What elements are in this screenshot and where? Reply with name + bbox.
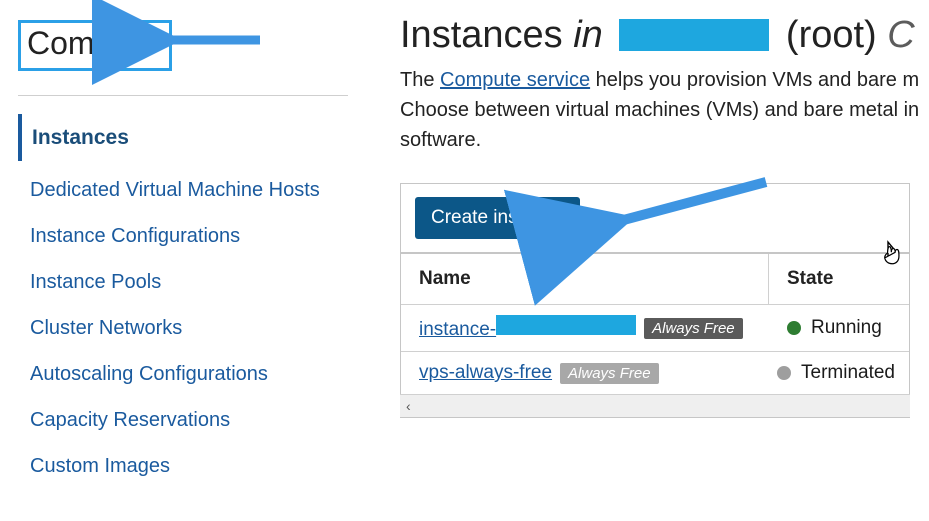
table-header-row: Name State xyxy=(401,252,909,304)
section-title-box: Compute xyxy=(18,20,172,71)
sidebar-item-custom-images[interactable]: Custom Images xyxy=(18,443,342,489)
always-free-badge: Always Free xyxy=(560,363,659,384)
cell-state: Running xyxy=(769,307,909,349)
desc-text: Choose between virtual machines (VMs) an… xyxy=(400,99,919,121)
section-title: Compute xyxy=(27,25,157,61)
state-text: Terminated xyxy=(801,362,895,384)
table-row: vps-always-free Always Free Terminated xyxy=(401,351,909,394)
panel-toolbar: Create instance xyxy=(401,184,909,252)
always-free-badge: Always Free xyxy=(644,318,743,339)
desc-text: helps you provision VMs and bare m xyxy=(590,69,919,91)
sidebar-item-label: Autoscaling Configurations xyxy=(30,363,268,385)
sidebar-item-label: Instances xyxy=(32,126,129,149)
state-text: Running xyxy=(811,317,882,339)
horizontal-scrollbar[interactable]: ‹ xyxy=(400,394,910,418)
compute-service-link[interactable]: Compute service xyxy=(440,69,590,91)
instances-panel: Create instance Name State instance- Alw… xyxy=(400,183,910,394)
col-header-state[interactable]: State xyxy=(769,254,909,304)
heading-in: in xyxy=(573,14,603,56)
cell-name: instance- Always Free xyxy=(401,305,769,351)
sidebar-item-capacity-reservations[interactable]: Capacity Reservations xyxy=(18,397,342,443)
sidebar-item-instance-pools[interactable]: Instance Pools xyxy=(18,259,342,305)
desc-text: The xyxy=(400,69,440,91)
page-heading: Instances in (root) C xyxy=(400,14,929,57)
cell-name: vps-always-free Always Free xyxy=(401,352,759,394)
sidebar-nav: Instances Dedicated Virtual Machine Host… xyxy=(18,114,342,489)
sidebar-item-label: Cluster Networks xyxy=(30,317,182,339)
heading-prefix: Instances xyxy=(400,14,573,56)
create-instance-button[interactable]: Create instance xyxy=(415,197,580,239)
sidebar-item-cluster-networks[interactable]: Cluster Networks xyxy=(18,305,342,351)
heading-root: (root) xyxy=(786,14,887,56)
redacted-compartment xyxy=(619,19,769,51)
status-dot-icon xyxy=(777,366,791,380)
sidebar-item-label: Dedicated Virtual Machine Hosts xyxy=(30,179,320,201)
cell-state: Terminated xyxy=(759,352,909,394)
sidebar-item-label: Instance Configurations xyxy=(30,225,240,247)
chevron-left-icon: ‹ xyxy=(406,398,411,414)
sidebar-item-instances[interactable]: Instances xyxy=(18,114,342,161)
sidebar-item-autoscaling[interactable]: Autoscaling Configurations xyxy=(18,351,342,397)
instance-link[interactable]: instance- xyxy=(419,315,636,341)
status-dot-icon xyxy=(787,321,801,335)
sidebar: Compute Instances Dedicated Virtual Mach… xyxy=(0,0,360,521)
desc-text: software. xyxy=(400,129,481,151)
instance-link[interactable]: vps-always-free xyxy=(419,362,552,384)
redacted-name xyxy=(496,315,636,335)
sidebar-item-instance-configs[interactable]: Instance Configurations xyxy=(18,213,342,259)
col-header-name[interactable]: Name xyxy=(401,254,769,304)
heading-trail: C xyxy=(887,14,914,56)
instance-name-text: instance- xyxy=(419,319,496,340)
sidebar-item-dedicated-hosts[interactable]: Dedicated Virtual Machine Hosts xyxy=(18,167,342,213)
sidebar-item-label: Capacity Reservations xyxy=(30,409,230,431)
sidebar-item-label: Instance Pools xyxy=(30,271,161,293)
divider xyxy=(18,95,348,96)
table-row: instance- Always Free Running xyxy=(401,304,909,351)
main-content: Instances in (root) C The Compute servic… xyxy=(360,0,929,521)
page-description: The Compute service helps you provision … xyxy=(400,65,929,155)
sidebar-item-label: Custom Images xyxy=(30,455,170,477)
